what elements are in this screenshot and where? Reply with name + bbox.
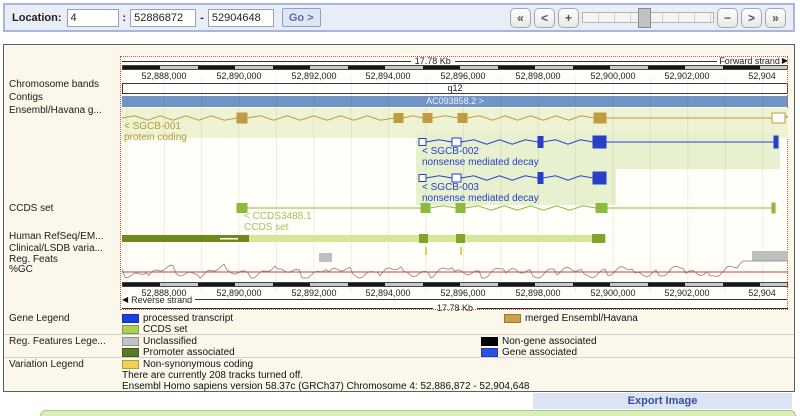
- bottom-ruler-tick-label: 52,904: [748, 288, 776, 298]
- contig-bar[interactable]: AC093858.2 >: [122, 96, 788, 107]
- track-label-ccds-set: CCDS set: [9, 203, 121, 214]
- top-ruler-tick-label: 52,900,000: [590, 71, 635, 81]
- top-ruler-tick-label: 52,904: [748, 71, 776, 81]
- gene-label-CCDS3488.1: < CCDS3488.1: [244, 211, 312, 222]
- legend-swatch-unclassified: [122, 337, 139, 346]
- legend-swatch-promoter-associated: [122, 348, 139, 357]
- navigation-controls: « < + − > »: [510, 8, 786, 28]
- gene-label-SGCB-002: < SGCB-002: [422, 146, 479, 157]
- top-ruler-tick-label: 52,896,000: [440, 71, 485, 81]
- legend-swatch-non-synonymous-coding: [122, 360, 139, 369]
- legend-group-label: Variation Legend: [9, 359, 121, 370]
- end-position-input[interactable]: [208, 9, 274, 27]
- ensembl-region-view: Location: : - Go > « < + − > » 17.78 Kb …: [0, 0, 800, 416]
- track-label-clinical-lsdb-varia-: Clinical/LSDB varia...: [9, 243, 121, 254]
- go-button[interactable]: Go >: [282, 8, 321, 27]
- top-ruler-tick-label: 52,902,000: [664, 71, 709, 81]
- legend-swatch-gene-associated: [481, 348, 498, 357]
- legend-separator: [4, 357, 794, 358]
- scroll-left-button[interactable]: <: [534, 8, 555, 28]
- scale-line: [122, 61, 411, 62]
- legend-label-non-synonymous-coding: Non-synonymous coding: [143, 359, 253, 370]
- track-label-ensembl-havana-g-: Ensembl/Havana g...: [9, 105, 121, 116]
- location-toolbar: Location: : - Go > « < + − > »: [3, 3, 795, 32]
- legend-group-label: Reg. Features Lege...: [9, 336, 121, 347]
- legend-swatch-processed-transcript: [122, 314, 139, 323]
- legend-swatch-ccds-set: [122, 325, 139, 334]
- scroll-right-button[interactable]: >: [741, 8, 762, 28]
- gene-sublabel-CCDS3488.1: CCDS set: [244, 222, 288, 233]
- legend-label-unclassified: Unclassified: [143, 336, 197, 347]
- top-ruler-tick-label: 52,892,000: [291, 71, 336, 81]
- gene-label-SGCB-001: < SGCB-001: [124, 121, 181, 132]
- zoom-in-button[interactable]: +: [558, 8, 579, 28]
- bottom-ruler-tick-label: 52,896,000: [440, 288, 485, 298]
- legend-group-label: Gene Legend: [9, 313, 121, 324]
- zoom-slider-handle[interactable]: [638, 8, 651, 28]
- location-label: Location:: [12, 12, 62, 24]
- bottom-ruler-tick-label: 52,888,000: [141, 288, 186, 298]
- top-ruler-tick-label: 52,898,000: [515, 71, 560, 81]
- bottom-ruler-tick-label: 52,890,000: [216, 288, 261, 298]
- top-ruler-tick-label: 52,890,000: [216, 71, 261, 81]
- version-line: Ensembl Homo sapiens version 58.37c (GRC…: [122, 381, 529, 392]
- scale-line: [122, 308, 433, 309]
- legend-swatch-merged-ensembl-havana: [504, 314, 521, 323]
- bottom-ruler-tick-label: 52,900,000: [590, 288, 635, 298]
- bottom-ruler-tick-label: 52,892,000: [291, 288, 336, 298]
- bottom-ruler-tick-label: 52,902,000: [664, 288, 709, 298]
- forward-strand-arrow-icon: ▶: [782, 57, 788, 65]
- scale-line: [455, 61, 718, 62]
- legend-label-processed-transcript: processed transcript: [143, 313, 233, 324]
- start-position-input[interactable]: [130, 9, 196, 27]
- chromosome-band-bar[interactable]: q12: [122, 83, 788, 94]
- top-ruler: [122, 65, 788, 70]
- bottom-ruler-tick-label: 52,894,000: [365, 288, 410, 298]
- track-label-human-refseq-em-: Human RefSeq/EM...: [9, 231, 121, 242]
- legend-label-merged-ensembl-havana: merged Ensembl/Havana: [525, 313, 638, 324]
- legend-separator: [4, 334, 794, 335]
- zoom-out-button[interactable]: −: [717, 8, 738, 28]
- track-label-chromosome-bands: Chromosome bands: [9, 79, 121, 90]
- chromosome-input[interactable]: [67, 9, 119, 27]
- band-label: q12: [447, 83, 462, 93]
- scroll-far-right-button[interactable]: »: [765, 8, 786, 28]
- track-label--gc: %GC: [9, 264, 121, 275]
- zoom-slider[interactable]: [582, 12, 714, 23]
- gene-label-SGCB-003: < SGCB-003: [422, 182, 479, 193]
- legend-swatch-non-gene-associated: [481, 337, 498, 346]
- top-ruler-tick-label: 52,894,000: [365, 71, 410, 81]
- next-panel-edge: [40, 410, 796, 416]
- contig-label: AC093858.2 >: [426, 96, 484, 106]
- bottom-ruler-tick-label: 52,898,000: [515, 288, 560, 298]
- bottom-scale-bar: 17.78 Kb: [122, 303, 788, 313]
- scroll-far-left-button[interactable]: «: [510, 8, 531, 28]
- scale-line: [195, 299, 788, 300]
- export-image-button[interactable]: Export Image: [533, 393, 792, 409]
- gene-sublabel-SGCB-002: nonsense mediated decay: [422, 157, 539, 168]
- legend-label-non-gene-associated: Non-gene associated: [502, 336, 597, 347]
- dash-separator: -: [200, 12, 204, 24]
- track-label-contigs: Contigs: [9, 92, 121, 103]
- gene-sublabel-SGCB-003: nonsense mediated decay: [422, 193, 539, 204]
- tracks-off-note: There are currently 208 tracks turned of…: [122, 370, 303, 381]
- colon-separator: :: [123, 12, 127, 24]
- bottom-ruler: [122, 282, 788, 287]
- scale-length-label-bottom: 17.78 Kb: [433, 303, 477, 313]
- top-ruler-tick-label: 52,888,000: [141, 71, 186, 81]
- gene-sublabel-SGCB-001: protein coding: [124, 132, 187, 143]
- region-detail-panel: 17.78 Kb Forward strand ▶ q12 AC093858.2…: [3, 44, 795, 392]
- scale-line: [477, 308, 788, 309]
